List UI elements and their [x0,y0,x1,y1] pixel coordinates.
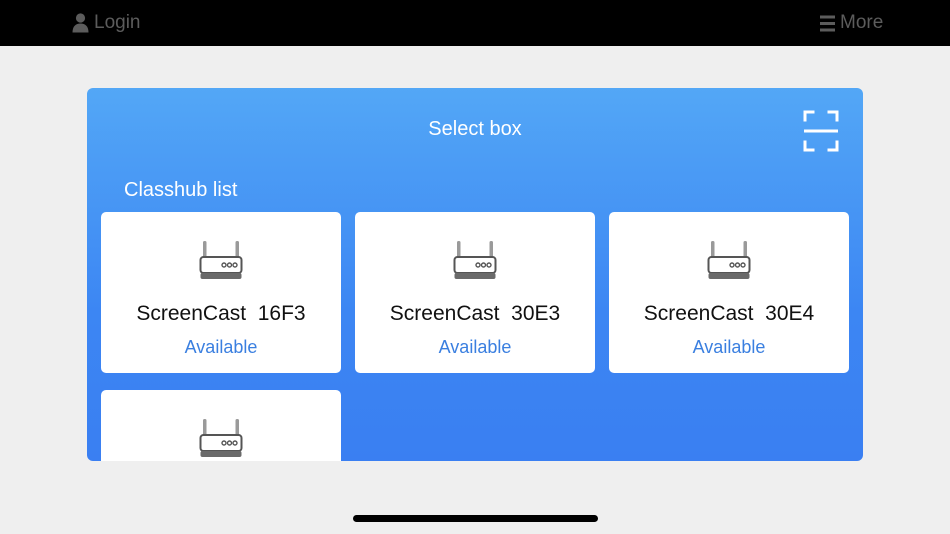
person-icon [72,13,89,33]
device-name: ScreenCast 16F3 [136,302,306,325]
device-name: ScreenCast 30E4 [643,302,815,325]
select-box-panel: Select box Classhub list ScreenCast 16F3… [87,88,863,461]
panel-title: Select box [428,118,522,140]
router-icon [453,239,497,281]
router-icon [199,239,243,281]
device-card[interactable] [101,390,341,461]
menu-icon [820,15,835,32]
login-label: Login [94,12,141,33]
device-status: Available [692,337,766,357]
device-card[interactable]: ScreenCast 16F3 Available [101,212,341,373]
device-status: Available [184,337,258,357]
router-icon [707,239,751,281]
more-button[interactable]: More [820,0,883,46]
router-icon [199,417,243,459]
top-bar: Login More [0,0,950,46]
login-button[interactable]: Login [72,0,141,46]
device-card[interactable]: ScreenCast 30E4 Available [609,212,849,373]
more-label: More [840,12,884,33]
home-indicator [353,515,598,522]
scan-icon[interactable] [803,110,839,152]
device-status: Available [438,337,512,357]
device-card[interactable]: ScreenCast 30E3 Available [355,212,595,373]
device-name: ScreenCast 30E3 [389,302,561,325]
classhub-list-label: Classhub list [124,179,238,201]
